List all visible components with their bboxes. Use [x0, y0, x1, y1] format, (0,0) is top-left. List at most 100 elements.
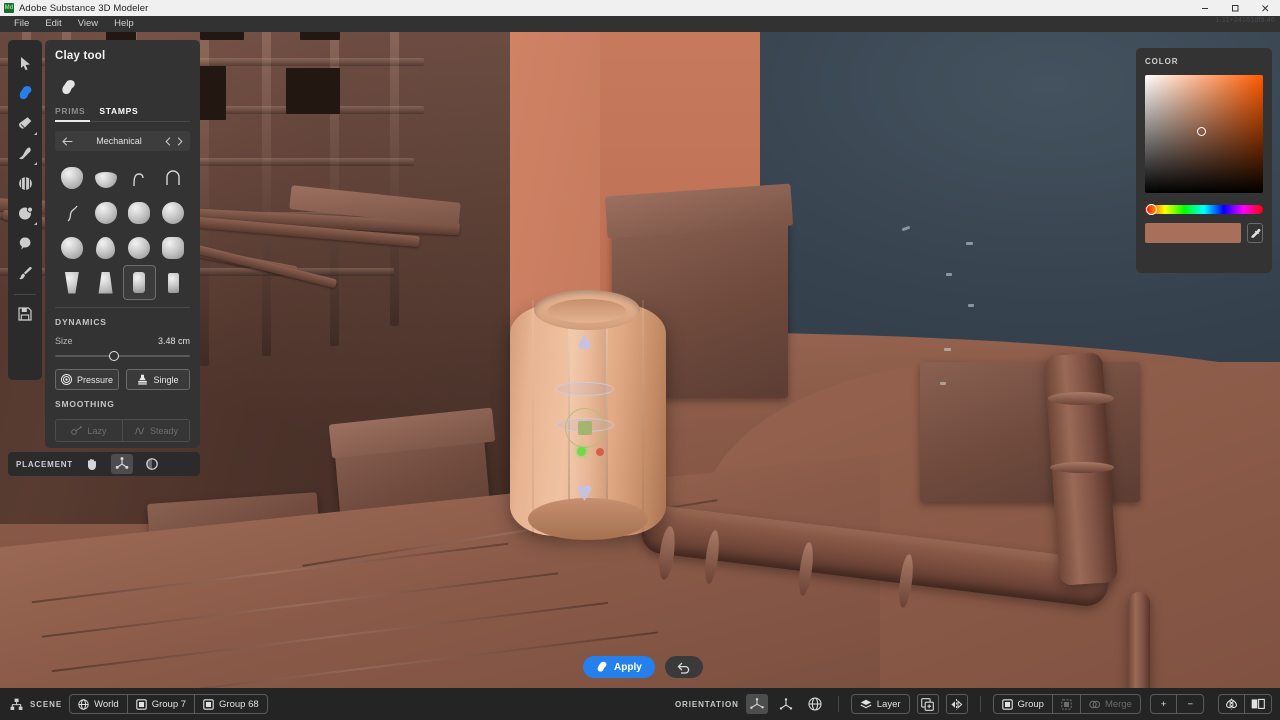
- ungroup-button[interactable]: [1052, 695, 1080, 713]
- zoom-in-button[interactable]: +: [1151, 695, 1177, 713]
- orientation-label: ORIENTATION: [675, 700, 739, 709]
- lazy-button[interactable]: Lazy: [56, 420, 122, 441]
- current-color-swatch[interactable]: [1145, 223, 1241, 243]
- stamp-spool[interactable]: [156, 265, 190, 300]
- building-window: [200, 32, 244, 40]
- chevron-right-icon[interactable]: [177, 137, 183, 146]
- rail-divider: [14, 294, 36, 295]
- stamp-sphere-plain[interactable]: [156, 195, 190, 230]
- group-icon: [203, 699, 214, 710]
- tab-stamps[interactable]: STAMPS: [99, 106, 138, 116]
- maximize-icon[interactable]: [1220, 0, 1250, 16]
- symmetry-sphere-icon[interactable]: [11, 168, 39, 198]
- breadcrumb-group-7[interactable]: Group 7: [127, 695, 194, 713]
- mirror-icon[interactable]: [946, 694, 968, 714]
- smudge-icon[interactable]: [11, 138, 39, 168]
- stamp-category-selector[interactable]: Mechanical: [55, 131, 190, 151]
- layer-button-group: Layer: [851, 694, 910, 714]
- breadcrumb-world-label: World: [94, 699, 119, 710]
- dust-mote: [946, 273, 952, 276]
- eyedropper-icon[interactable]: [1247, 223, 1263, 243]
- hand-icon[interactable]: [81, 454, 103, 474]
- apply-button[interactable]: Apply: [583, 656, 655, 678]
- duplicate-icon[interactable]: [917, 694, 939, 714]
- stamp-bowl[interactable]: [89, 160, 123, 195]
- build-version-string: 1.11+24161df9.46: [1216, 17, 1275, 24]
- merge-button[interactable]: Merge: [1080, 695, 1140, 713]
- stamp-press-icon: [137, 374, 148, 385]
- tab-prims[interactable]: PRIMS: [55, 106, 85, 116]
- saturation-value-box[interactable]: [1145, 75, 1263, 193]
- dust-mote: [944, 348, 951, 351]
- stamp-teardrop[interactable]: [89, 230, 123, 265]
- color-picker-handle[interactable]: [1197, 127, 1206, 136]
- select-tool[interactable]: [11, 48, 39, 78]
- breadcrumb-group-68-label: Group 68: [219, 699, 259, 710]
- clay-blob-icon[interactable]: [55, 76, 81, 98]
- hue-slider-handle[interactable]: [1146, 204, 1157, 215]
- breadcrumb-world[interactable]: World: [70, 695, 127, 713]
- single-button[interactable]: Single: [126, 369, 190, 390]
- flyout-indicator: [34, 162, 37, 165]
- size-slider[interactable]: [55, 355, 190, 357]
- size-row: Size 3.48 cm: [55, 336, 190, 346]
- menu-edit[interactable]: Edit: [37, 16, 69, 32]
- stamp-cylinder-ribbed[interactable]: [123, 265, 157, 300]
- layer-button[interactable]: Layer: [852, 695, 909, 713]
- breadcrumb: World Group 7 Group 68: [69, 694, 268, 714]
- stamp-cup-tapered[interactable]: [55, 265, 89, 300]
- mask-drop-icon[interactable]: [11, 228, 39, 258]
- sculpt-top-inner: [548, 299, 626, 323]
- pressure-label: Pressure: [77, 375, 113, 385]
- save-disk-icon[interactable]: [11, 299, 39, 329]
- stamp-thumb: [128, 202, 150, 224]
- flyout-indicator: [34, 132, 37, 135]
- stamp-cone-flat[interactable]: [89, 265, 123, 300]
- size-slider-handle[interactable]: [109, 351, 119, 361]
- menu-view[interactable]: View: [70, 16, 106, 32]
- steady-button[interactable]: Steady: [122, 420, 189, 441]
- group-button[interactable]: Group: [994, 695, 1052, 713]
- stamp-hook-curve[interactable]: [123, 160, 157, 195]
- clay-blob-icon[interactable]: [11, 78, 39, 108]
- orientation-world[interactable]: [804, 694, 826, 714]
- eraser-icon[interactable]: [11, 108, 39, 138]
- chevron-left-icon[interactable]: [165, 137, 171, 146]
- stamp-s-curve[interactable]: [55, 195, 89, 230]
- stamp-sphere-rough[interactable]: [55, 230, 89, 265]
- orientation-surface[interactable]: [746, 694, 768, 714]
- stamp-sphere-notched[interactable]: [89, 195, 123, 230]
- placement-label: PLACEMENT: [16, 460, 73, 469]
- close-icon[interactable]: [1250, 0, 1280, 16]
- symmetry-toggle-button[interactable]: [1219, 695, 1244, 713]
- stamp-capsule-ribbed[interactable]: [55, 160, 89, 195]
- color-swatch-row: [1145, 223, 1263, 243]
- zoom-out-button[interactable]: −: [1176, 695, 1203, 713]
- stamp-diamond-round[interactable]: [156, 230, 190, 265]
- panel-layout-button[interactable]: [1244, 695, 1271, 713]
- transform-icon[interactable]: [11, 198, 39, 228]
- bottom-bar: SCENE World Group 7: [0, 688, 1280, 720]
- orientation-axis[interactable]: [775, 694, 797, 714]
- stamp-thumb: [163, 168, 183, 188]
- minimize-icon[interactable]: [1190, 0, 1220, 16]
- arrow-left-icon[interactable]: [62, 137, 73, 146]
- scene-pipe-small: [1128, 592, 1150, 688]
- layer-group: Layer: [851, 694, 968, 714]
- size-value: 3.48 cm: [158, 336, 190, 346]
- menu-help[interactable]: Help: [106, 16, 142, 32]
- pressure-button[interactable]: Pressure: [55, 369, 119, 390]
- hue-slider[interactable]: [1145, 205, 1263, 214]
- breadcrumb-group-68[interactable]: Group 68: [194, 695, 267, 713]
- undo-arrow-icon[interactable]: [665, 656, 703, 678]
- paint-brush-icon[interactable]: [11, 258, 39, 288]
- menu-file[interactable]: File: [6, 16, 37, 32]
- group-merge-controls: Group Merge + −: [993, 694, 1204, 714]
- stamp-arch-outline[interactable]: [156, 160, 190, 195]
- selected-sculpt-object[interactable]: [508, 290, 668, 545]
- rotate-orbit-icon[interactable]: [141, 454, 163, 474]
- axis-gizmo-icon[interactable]: [111, 454, 133, 474]
- symmetry-icon: [1225, 698, 1238, 710]
- stamp-gear-round[interactable]: [123, 195, 157, 230]
- stamp-disc-textured[interactable]: [123, 230, 157, 265]
